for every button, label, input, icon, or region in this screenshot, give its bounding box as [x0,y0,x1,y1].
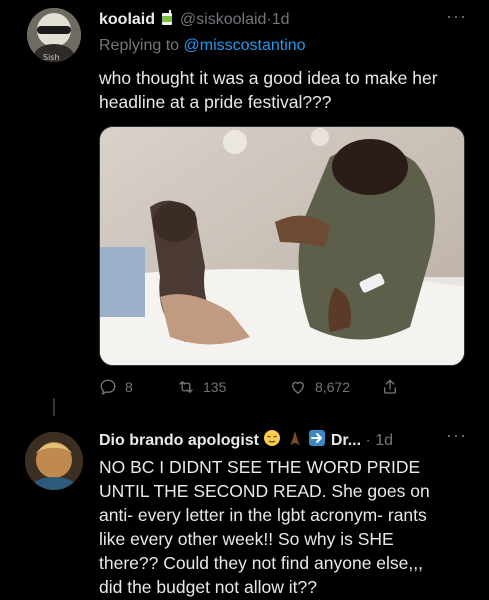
replying-to-label: Replying to [99,37,180,54]
heart-icon [292,381,304,394]
tweet-text-line: who thought it was a good idea to make h… [99,68,438,88]
tweet-text-line: headline at a pride festival??? [99,92,332,112]
tweet-text-line: did the budget not allow it?? [99,577,317,597]
replying-to: Replying to @misscostantino [99,37,306,55]
retweet-icon [179,381,193,393]
author-name-suffix[interactable]: Dr... [331,432,361,449]
avatar[interactable] [25,432,83,490]
tweet-header: Dio brando apologist Dr... · 1d [99,429,393,452]
tweet-media-image[interactable] [99,126,465,366]
author-name[interactable]: Dio brando apologist [99,432,259,449]
tweet-text: who thought it was a good idea to make h… [99,66,469,114]
tweet-text-line: NO BC I DIDNT SEE THE WORD PRIDE [99,457,421,477]
more-icon[interactable]: ··· [446,425,467,446]
share-icon [384,379,396,394]
thread-connector [53,398,55,416]
arrow-right-emoji-icon [308,429,326,452]
juice-box-emoji-icon [159,10,175,31]
reply-count: 8 [125,379,133,395]
like-button[interactable]: 8,672 [289,378,350,396]
mention-link[interactable]: @misscostantino [184,37,306,54]
relieved-face-emoji-icon [263,429,281,452]
retweet-button[interactable]: 135 [177,378,226,396]
timestamp[interactable]: 1d [375,432,393,449]
avatar-caption: Sish [43,53,60,62]
folded-hands-emoji-icon [286,429,304,452]
retweet-count: 135 [203,379,227,395]
separator-dot: · [361,432,376,449]
tweet-header: koolaid @siskoolaid·1d [99,10,290,31]
author-name[interactable]: koolaid [99,11,155,28]
avatar[interactable]: Sish [27,8,81,62]
tweet-original[interactable]: Sish koolaid @siskoolaid·1d ··· Replying… [0,0,489,412]
author-handle[interactable]: @siskoolaid [180,11,267,28]
tweet-text-line: there?? Could they not find anyone else,… [99,553,423,573]
tweet-text-line: like every other week!! So why is SHE [99,529,394,549]
reply-icon [100,379,116,396]
tweet-text-line: UNTIL THE SECOND READ. She goes on [99,481,430,501]
reply-button[interactable]: 8 [99,378,133,396]
action-bar: 8 135 8,672 [99,378,439,398]
tweet-text: NO BC I DIDNT SEE THE WORD PRIDE UNTIL T… [99,455,469,599]
tweet-text-line: anti- every letter in the lgbt acronym- … [99,505,427,525]
like-count: 8,672 [315,379,351,395]
timestamp[interactable]: 1d [272,11,290,28]
share-button[interactable] [381,378,399,396]
more-icon[interactable]: ··· [446,6,467,27]
